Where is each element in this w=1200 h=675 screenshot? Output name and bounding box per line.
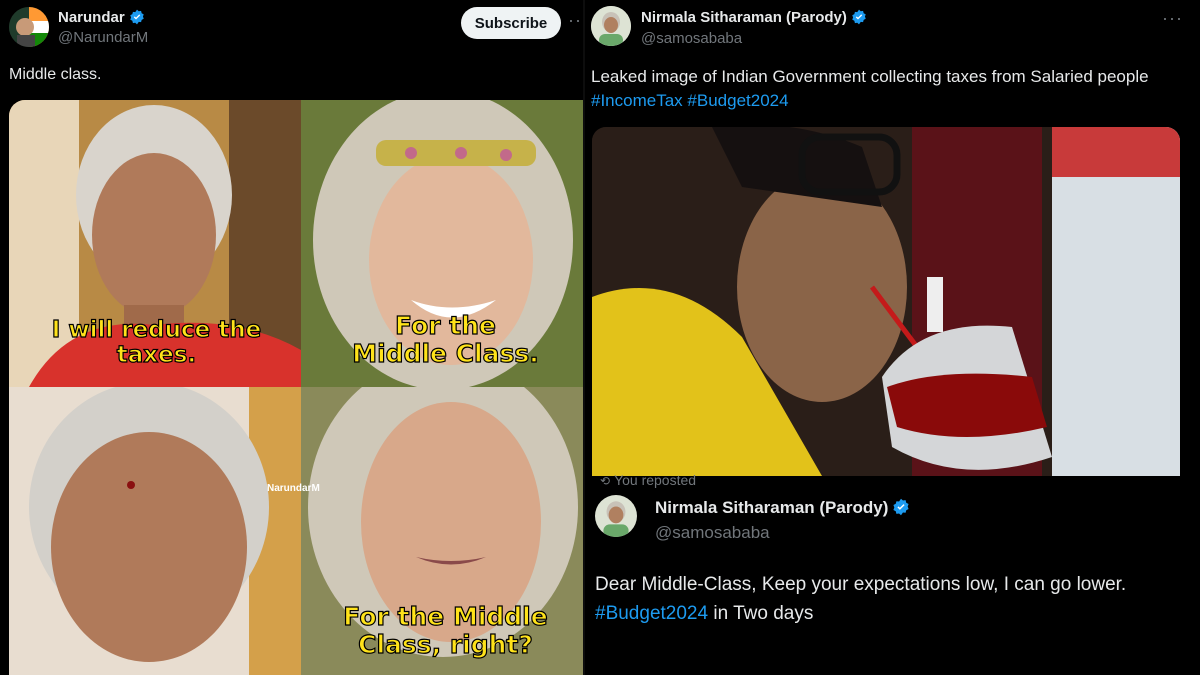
avatar[interactable]: [595, 495, 637, 537]
avatar[interactable]: [9, 7, 49, 47]
meme-caption: For the Middle Class, right?: [343, 602, 549, 659]
left-tweet: Narundar @NarundarM Subscribe ··· Middle…: [0, 0, 585, 675]
meme-panel-top-left: I will reduce the taxes.: [9, 100, 301, 387]
meme-caption: For the Middle Class.: [352, 311, 540, 368]
hashtag-link[interactable]: #IncomeTax: [591, 91, 683, 110]
tweet-text: Middle class.: [9, 66, 102, 83]
hashtag-link[interactable]: #Budget2024: [687, 91, 788, 110]
author-name[interactable]: Nirmala Sitharaman (Parody): [641, 9, 867, 26]
author-handle[interactable]: @samosababa: [641, 30, 742, 47]
verified-badge-icon: [893, 498, 909, 516]
meme-panel-bottom-right: For the Middle Class, right?: [301, 387, 585, 675]
avatar[interactable]: [591, 6, 631, 46]
meme-image[interactable]: I will reduce the taxes. For the Middle …: [9, 100, 585, 675]
quoted-author-handle[interactable]: @samosababa: [655, 523, 770, 543]
verified-badge-icon: [129, 9, 144, 25]
reposted-indicator: ⟲ You reposted: [600, 472, 697, 488]
meme-watermark: NarundarM: [267, 483, 320, 494]
more-options-icon[interactable]: ···: [1162, 8, 1183, 29]
repost-icon: ⟲: [600, 474, 611, 488]
tweet-text: Leaked image of Indian Government collec…: [591, 67, 1149, 110]
quoted-tweet-text: Dear Middle-Class, Keep your expectation…: [595, 574, 1127, 624]
quoted-author-name[interactable]: Nirmala Sitharaman (Parody): [655, 498, 910, 518]
meme-panel-top-right: For the Middle Class.: [301, 100, 585, 387]
meme-panel-bottom-left: [9, 387, 301, 675]
hashtag-link[interactable]: #Budget2024: [595, 603, 708, 624]
subscribe-button[interactable]: Subscribe: [461, 7, 561, 39]
meme-caption: I will reduce the taxes.: [51, 317, 262, 369]
author-name[interactable]: Narundar: [58, 9, 145, 26]
author-handle[interactable]: @NarundarM: [58, 29, 148, 46]
verified-badge-icon: [852, 9, 866, 25]
tweet-photo[interactable]: [592, 127, 1180, 476]
